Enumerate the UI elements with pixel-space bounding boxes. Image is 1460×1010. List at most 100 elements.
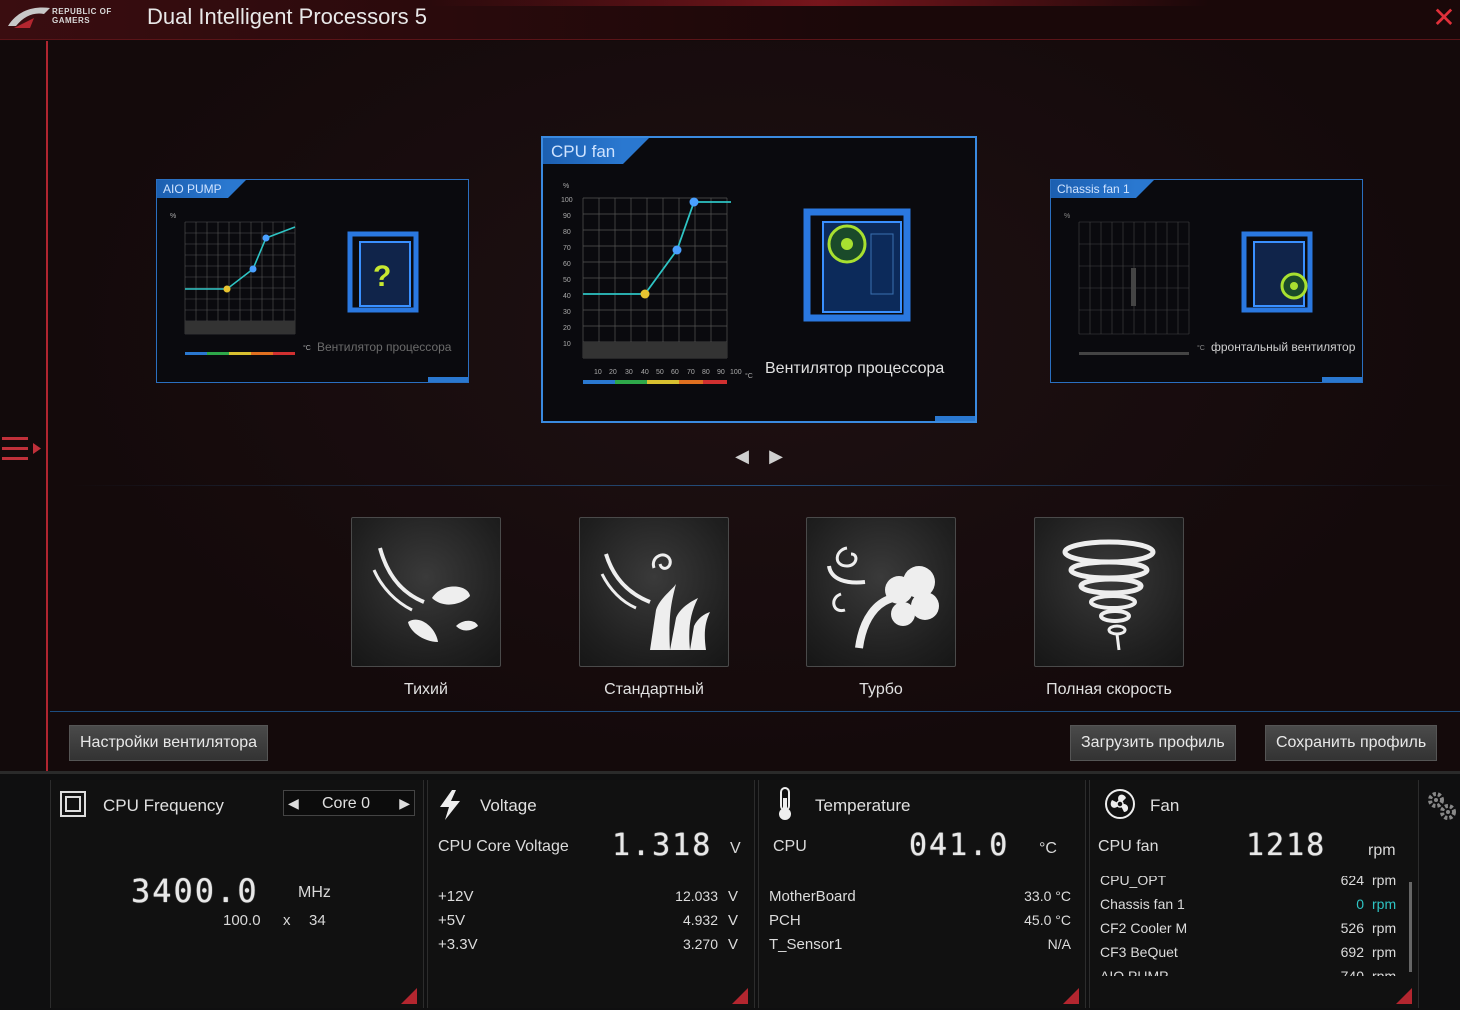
fan-card-chassis-fan-1[interactable]: Chassis fan 1 °C % фронтальный вентилято… (1050, 179, 1363, 383)
case-front-fan-icon (1241, 231, 1313, 313)
mode-silent-button[interactable] (351, 517, 501, 667)
svg-text:70: 70 (687, 369, 695, 376)
card-corner (1322, 377, 1362, 382)
fan-list[interactable]: CPU_OPT 624 rpm Chassis fan 1 0 rpm CF2 Cooler… (1090, 876, 1416, 976)
svg-text:10: 10 (563, 341, 571, 348)
logo-text: REPUBLIC OF GAMERS (52, 7, 112, 25)
voltage-12v-label: +12V (438, 888, 474, 905)
svg-text:70: 70 (563, 245, 571, 252)
core-next-icon[interactable]: ▶ (399, 795, 410, 812)
voltage-5v-label: +5V (438, 912, 466, 929)
svg-text:30: 30 (625, 369, 633, 376)
mode-turbo-button[interactable] (806, 517, 956, 667)
bottom-divider (50, 711, 1460, 712)
cpu-fan-rpm-value: 1218 (1246, 828, 1327, 863)
cpu-fan-label: CPU fan (1098, 838, 1159, 855)
fan-title: Fan (1150, 796, 1180, 815)
fan-row-value: 624 (1340, 876, 1364, 888)
cpu-chip-icon (60, 791, 86, 817)
fan-row-value: 692 (1340, 944, 1364, 960)
close-button[interactable]: ✕ (1430, 4, 1458, 32)
voltage-3v3-unit: V (728, 936, 739, 953)
save-profile-button[interactable]: Сохранить профиль (1265, 725, 1438, 761)
fan-row-label: CF2 Cooler M (1100, 920, 1188, 936)
fan-row-unit: rpm (1372, 920, 1397, 936)
full-speed-tornado-icon (1062, 539, 1156, 651)
settings-gears-icon[interactable] (1424, 788, 1458, 822)
fan-settings-button[interactable]: Настройки вентилятора (69, 725, 269, 761)
svg-text:100: 100 (730, 369, 742, 376)
fan-card-aio-pump[interactable]: AIO PUMP °C % ? Вентилятор процессора (156, 179, 469, 383)
fan-row-value: 526 (1340, 920, 1364, 936)
core-prev-icon[interactable]: ◀ (288, 795, 299, 812)
thermometer-icon (779, 787, 791, 820)
svg-text:20: 20 (563, 325, 571, 332)
lightning-icon (440, 790, 460, 820)
cpu-core-voltage-unit: V (730, 840, 741, 857)
cpu-temp-value: 041.0 (909, 828, 1010, 863)
fan-panel: Fan CPU fan 1218 rpm CPU_OPT 624 rpm Chassi… (1089, 780, 1419, 1008)
fan-row-unit: rpm (1372, 876, 1397, 888)
svg-text:%: % (170, 213, 176, 220)
card-corner (428, 377, 468, 382)
svg-text:40: 40 (641, 369, 649, 376)
title-bar: REPUBLIC OF GAMERS Dual Intelligent Proc… (0, 0, 1460, 40)
pch-temp-label: PCH (769, 912, 801, 929)
core-selector[interactable]: ◀ Core 0 ▶ (283, 790, 415, 816)
fan-xpert-main: AIO PUMP °C % ? Вентилятор процессора CP… (50, 41, 1460, 771)
panel-corner (732, 988, 748, 1004)
case-question-icon: ? (347, 231, 419, 313)
fan-icon (1105, 789, 1135, 819)
fan-card-label: Вентилятор процессора (765, 360, 945, 377)
left-rail (0, 41, 48, 771)
fan-curve-chart: °C % (1064, 213, 1205, 355)
svg-text:%: % (563, 183, 569, 190)
svg-text:?: ? (373, 260, 391, 293)
core-selector-value: Core 0 (322, 795, 371, 812)
cpu-frequency-panel: CPU Frequency ◀ Core 0 ▶ 3400.0 MHz 100.… (50, 780, 424, 1008)
fan-card-tab: AIO PUMP (157, 180, 246, 198)
voltage-3v3-label: +3.3V (438, 936, 478, 953)
case-cpu-fan-icon (803, 208, 911, 322)
mode-silent-label: Тихий (404, 681, 448, 698)
svg-text:20: 20 (609, 369, 617, 376)
mode-full-speed-button[interactable] (1034, 517, 1184, 667)
voltage-3v3-value: 3.270 (682, 936, 718, 952)
voltage-5v-value: 4.932 (682, 912, 718, 928)
section-divider (70, 485, 1460, 486)
voltage-12v-unit: V (728, 888, 739, 905)
voltage-12v-value: 12.033 (675, 888, 718, 904)
cpu-base-clock: 100.0 (223, 912, 261, 929)
prev-fan-arrow[interactable]: ◀ (732, 446, 752, 470)
mode-standard-button[interactable] (579, 517, 729, 667)
status-bar: CPU Frequency ◀ Core 0 ▶ 3400.0 MHz 100.… (0, 771, 1460, 1010)
cpu-core-voltage-value: 1.318 (612, 828, 713, 863)
next-fan-arrow[interactable]: ▶ (766, 446, 786, 470)
svg-text:°C: °C (745, 372, 753, 380)
fan-card-cpu-fan[interactable]: CPU fan % 100 90 80 70 60 50 40 30 20 10 10 20 30… (541, 136, 977, 423)
motherboard-temp-value: 33.0 °C (1024, 888, 1071, 904)
fan-row-unit: rpm (1372, 944, 1397, 960)
app-title: Dual Intelligent Processors 5 (147, 4, 428, 29)
svg-text:100: 100 (561, 197, 573, 204)
cpu-frequency-unit: MHz (298, 884, 331, 901)
card-corner (935, 416, 975, 421)
svg-text:%: % (1064, 213, 1070, 220)
fan-list-scrollbar[interactable] (1409, 882, 1412, 972)
motherboard-temp-label: MotherBoard (769, 888, 856, 905)
cpu-fan-rpm-unit: rpm (1368, 842, 1396, 859)
temperature-panel: Temperature CPU 041.0 °C MotherBoard 33.… (758, 780, 1086, 1008)
load-profile-button[interactable]: Загрузить профиль (1070, 725, 1236, 761)
svg-text:90: 90 (563, 213, 571, 220)
fan-card-tab: CPU fan (543, 138, 650, 164)
fan-row: CPU_OPT 624 rpm (1090, 876, 1400, 892)
cpu-temp-unit: °C (1039, 840, 1057, 857)
turbo-wind-icon (827, 546, 939, 649)
cpu-multiplier: 34 (309, 912, 326, 929)
menu-expand-icon[interactable] (2, 433, 42, 467)
tsensor1-temp-label: T_Sensor1 (769, 936, 843, 953)
voltage-5v-unit: V (728, 912, 739, 929)
voltage-title: Voltage (480, 796, 537, 815)
svg-text:°C: °C (303, 344, 311, 352)
svg-text:60: 60 (671, 369, 679, 376)
